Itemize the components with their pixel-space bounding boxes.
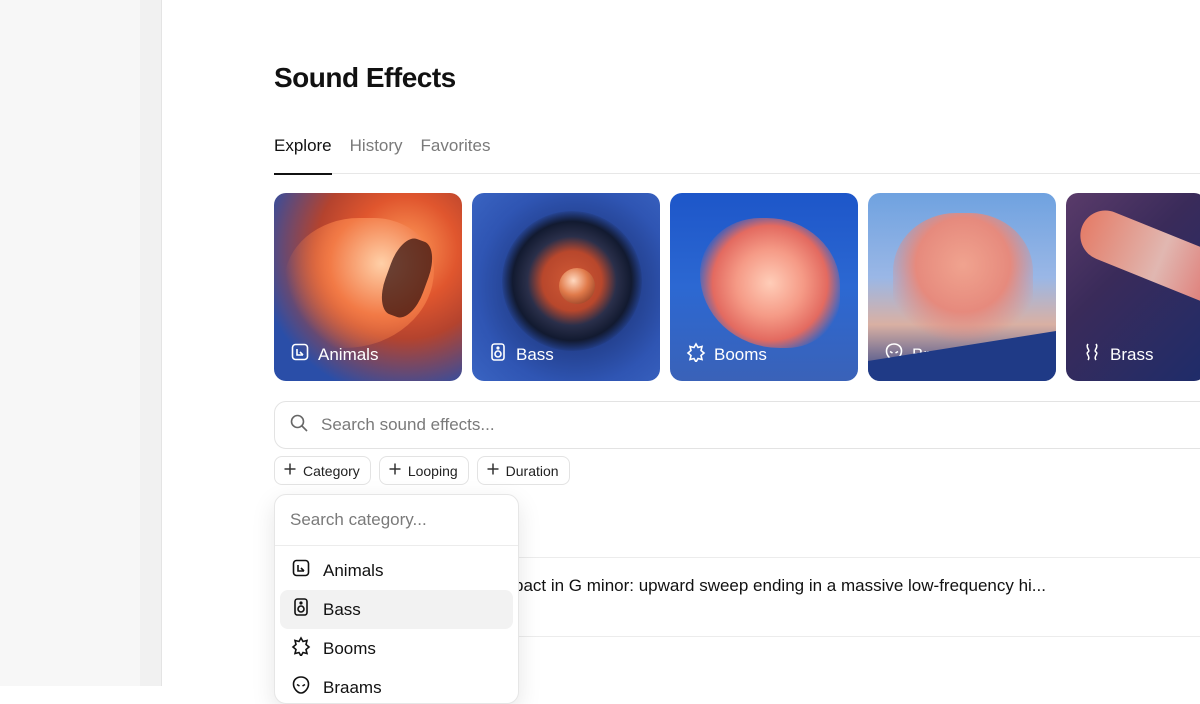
category-card-name: Braams — [912, 344, 971, 364]
category-card-animals[interactable]: Animals — [274, 193, 462, 381]
burst-icon — [291, 636, 311, 661]
filter-duration-button[interactable]: Duration — [476, 456, 570, 485]
left-sidebar — [0, 0, 140, 686]
category-search-row — [275, 495, 518, 546]
animal-tile-icon — [291, 558, 311, 583]
tab-favorites[interactable]: Favorites — [421, 134, 491, 174]
search-bar[interactable] — [274, 401, 1200, 449]
category-card-booms[interactable]: Booms — [670, 193, 858, 381]
category-option-bass[interactable]: Bass — [280, 590, 513, 629]
category-card-name: Animals — [318, 344, 379, 364]
filter-category-button[interactable]: Category — [274, 456, 371, 485]
sound-effect-description[interactable]: pact in G minor: upward sweep ending in … — [514, 576, 1200, 596]
filter-chips: Category Looping Duration — [274, 456, 570, 485]
category-card-name: Booms — [714, 344, 767, 364]
category-search-input[interactable] — [290, 510, 500, 530]
tab-history[interactable]: History — [350, 134, 403, 174]
animal-tile-icon — [290, 342, 310, 367]
page-title: Sound Effects — [274, 62, 456, 93]
plus-icon — [388, 462, 402, 479]
category-option-label: Animals — [323, 560, 384, 580]
category-card-brass[interactable]: Brass — [1066, 193, 1200, 381]
tab-bar: Explore History Favorites — [274, 134, 1200, 175]
filter-label: Looping — [407, 462, 458, 479]
category-card-bass[interactable]: Bass — [472, 193, 660, 381]
category-card-label: Braams — [884, 342, 971, 367]
tab-explore[interactable]: Explore — [274, 134, 332, 175]
category-card-label: Bass — [488, 342, 554, 367]
sidebar-divider — [140, 0, 162, 686]
search-icon — [289, 413, 309, 438]
filter-label: Duration — [505, 462, 559, 479]
category-card-braams[interactable]: Braams — [868, 193, 1056, 381]
category-cards: Animals Bass Booms Braams Brass — [274, 193, 1200, 381]
speaker-icon — [291, 597, 311, 622]
category-option-label: Braams — [323, 677, 382, 697]
burst-icon — [686, 342, 706, 367]
category-card-name: Bass — [516, 344, 554, 364]
plus-icon — [283, 462, 297, 479]
category-dropdown: Animals Bass Booms Braams — [274, 494, 519, 704]
filter-label: Category — [303, 462, 360, 479]
category-list: Animals Bass Booms Braams — [275, 546, 518, 703]
category-option-booms[interactable]: Booms — [280, 629, 513, 668]
category-card-label: Animals — [290, 342, 378, 367]
category-option-label: Booms — [323, 638, 376, 658]
plus-icon — [486, 462, 500, 479]
category-card-name: Brass — [1110, 344, 1154, 364]
category-card-label: Brass — [1082, 342, 1153, 367]
alien-head-icon — [884, 342, 904, 367]
speaker-icon — [488, 342, 508, 367]
filter-looping-button[interactable]: Looping — [378, 456, 469, 485]
brass-wave-icon — [1082, 342, 1102, 367]
category-option-animals[interactable]: Animals — [280, 551, 513, 590]
category-option-label: Bass — [323, 599, 361, 619]
search-input[interactable] — [321, 415, 921, 435]
category-option-braams[interactable]: Braams — [280, 668, 513, 703]
alien-head-icon — [291, 675, 311, 700]
category-card-label: Booms — [686, 342, 767, 367]
